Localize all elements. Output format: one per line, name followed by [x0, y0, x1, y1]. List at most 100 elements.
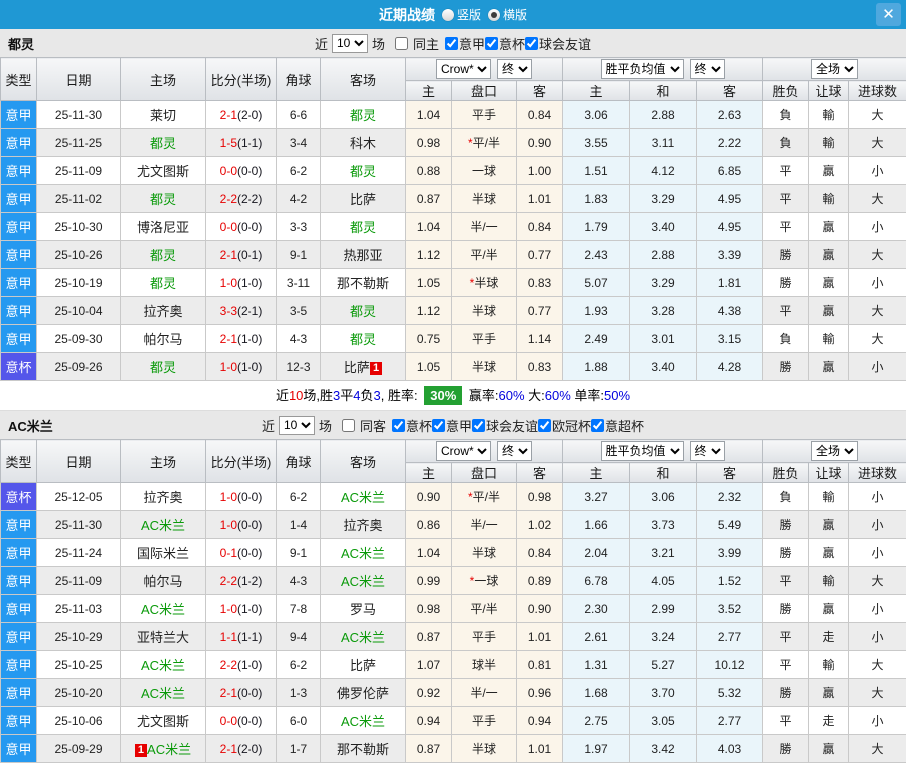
mean-draw-value: 3.11	[630, 129, 697, 157]
same-venue-input[interactable]	[395, 37, 408, 50]
league-checkbox-input[interactable]	[525, 37, 538, 50]
away-team: 比萨1	[321, 353, 406, 381]
match-count-select[interactable]: 10	[279, 416, 315, 435]
team-section: 都灵 近 10 场 同主 意甲意杯球会友谊	[0, 29, 906, 411]
away-team: 都灵	[321, 101, 406, 129]
league-checkbox-意甲[interactable]: 意甲	[445, 34, 485, 53]
matches-table: 类型 日期 主场 比分(半场) 角球 客场 Crow*终 胜平负均值终 全场	[0, 57, 906, 381]
league-checkbox-input[interactable]	[432, 419, 445, 432]
match-row: 意甲 25-10-26 都灵 2-1(0-1) 9-1 热那亚 1.12 平/半…	[1, 241, 906, 269]
halftime-score: (1-0)	[237, 276, 262, 290]
col-wdl: 胜负	[763, 81, 809, 101]
odds-handicap-value: 半球	[452, 353, 517, 381]
same-venue-checkbox[interactable]: 同客	[342, 416, 386, 435]
result-handicap: 贏	[809, 241, 849, 269]
result-goals: 大	[849, 651, 906, 679]
league-checkbox-意杯[interactable]: 意杯	[485, 34, 525, 53]
home-team: 帕尔马	[121, 325, 206, 353]
close-button[interactable]: ✕	[876, 3, 901, 26]
league-checkbox-欧冠杯[interactable]: 欧冠杯	[538, 416, 591, 435]
result-wdl: 平	[763, 623, 809, 651]
match-type-badge: 意甲	[1, 651, 37, 679]
result-handicap: 輸	[809, 129, 849, 157]
summary-segment: 平	[340, 388, 353, 403]
match-row: 意杯 25-12-05 拉齐奥 1-0(0-0) 6-2 AC米兰 0.90 *…	[1, 483, 906, 511]
team-label: 都灵	[150, 276, 176, 291]
odds-handicap-value: 半球	[452, 185, 517, 213]
fulltime-score: 2-1	[220, 332, 237, 346]
league-checkbox-label: 意杯	[406, 416, 432, 435]
halftime-score: (0-0)	[237, 546, 262, 560]
odds-away-value: 0.94	[517, 707, 563, 735]
mean-draw-value: 3.24	[630, 623, 697, 651]
team-label: 佛罗伦萨	[337, 686, 389, 701]
mean-group-header: 胜平负均值终	[563, 58, 763, 81]
odds-away-value: 0.84	[517, 539, 563, 567]
result-handicap: 輸	[809, 651, 849, 679]
fulltime-score: 2-1	[220, 686, 237, 700]
period-select[interactable]: 全场	[811, 441, 858, 461]
mean-source-select[interactable]: 胜平负均值	[601, 441, 684, 461]
col-goals: 进球数	[849, 463, 906, 483]
home-team: 莱切	[121, 101, 206, 129]
team-label: AC米兰	[341, 574, 385, 589]
col-away: 客场	[321, 440, 406, 483]
col-home: 主场	[121, 440, 206, 483]
result-goals: 小	[849, 595, 906, 623]
corner-score: 6-2	[277, 157, 321, 185]
result-handicap: 贏	[809, 269, 849, 297]
team-label: AC米兰	[341, 714, 385, 729]
odds-handicap-value: 平/半	[452, 241, 517, 269]
match-row: 意甲 25-11-09 尤文图斯 0-0(0-0) 6-2 都灵 0.88 一球…	[1, 157, 906, 185]
period-select[interactable]: 全场	[811, 59, 858, 79]
vertical-layout-radio[interactable]: 竖版	[442, 6, 481, 23]
mean-home-value: 1.68	[563, 679, 630, 707]
league-checkbox-input[interactable]	[485, 37, 498, 50]
odds-source-select[interactable]: Crow*	[436, 441, 491, 461]
league-checkboxes: 意甲意杯球会友谊	[445, 34, 591, 53]
result-wdl: 平	[763, 157, 809, 185]
league-checkbox-input[interactable]	[538, 419, 551, 432]
mean-draw-value: 3.40	[630, 213, 697, 241]
result-goals: 大	[849, 101, 906, 129]
fulltime-score: 1-5	[220, 136, 237, 150]
odds-final-select[interactable]: 终	[497, 59, 532, 79]
result-handicap: 走	[809, 623, 849, 651]
mean-home-value: 3.27	[563, 483, 630, 511]
horizontal-layout-radio[interactable]: 横版	[488, 6, 527, 23]
league-checkbox-意甲[interactable]: 意甲	[432, 416, 472, 435]
result-wdl: 勝	[763, 353, 809, 381]
league-checkbox-球会友谊[interactable]: 球会友谊	[525, 34, 591, 53]
match-count-select[interactable]: 10	[332, 34, 368, 53]
same-venue-checkbox[interactable]: 同主	[395, 34, 439, 53]
league-checkbox-球会友谊[interactable]: 球会友谊	[472, 416, 538, 435]
result-wdl: 平	[763, 567, 809, 595]
mean-final-select[interactable]: 终	[690, 441, 725, 461]
corner-score: 4-2	[277, 185, 321, 213]
mean-source-select[interactable]: 胜平负均值	[601, 59, 684, 79]
mean-final-select[interactable]: 终	[690, 59, 725, 79]
mean-away-value: 5.49	[697, 511, 763, 539]
same-venue-input[interactable]	[342, 419, 355, 432]
league-checkbox-input[interactable]	[392, 419, 405, 432]
league-checkbox-input[interactable]	[472, 419, 485, 432]
result-handicap: 輸	[809, 101, 849, 129]
match-score: 2-1(1-0)	[206, 325, 277, 353]
away-team: AC米兰	[321, 567, 406, 595]
summary-segment: 近	[276, 388, 289, 403]
result-goals: 大	[849, 297, 906, 325]
league-checkbox-input[interactable]	[445, 37, 458, 50]
col-mean-away: 客	[697, 81, 763, 101]
league-checkbox-意超杯[interactable]: 意超杯	[591, 416, 644, 435]
halftime-score: (1-0)	[237, 602, 262, 616]
league-checkbox-input[interactable]	[591, 419, 604, 432]
col-score: 比分(半场)	[206, 440, 277, 483]
odds-source-select[interactable]: Crow*	[436, 59, 491, 79]
league-checkbox-意杯[interactable]: 意杯	[392, 416, 432, 435]
summary-segment: 50%	[604, 388, 630, 403]
odds-final-select[interactable]: 终	[497, 441, 532, 461]
col-odds-home: 主	[406, 81, 452, 101]
match-score: 0-0(0-0)	[206, 213, 277, 241]
mean-away-value: 4.28	[697, 353, 763, 381]
corner-score: 6-2	[277, 483, 321, 511]
